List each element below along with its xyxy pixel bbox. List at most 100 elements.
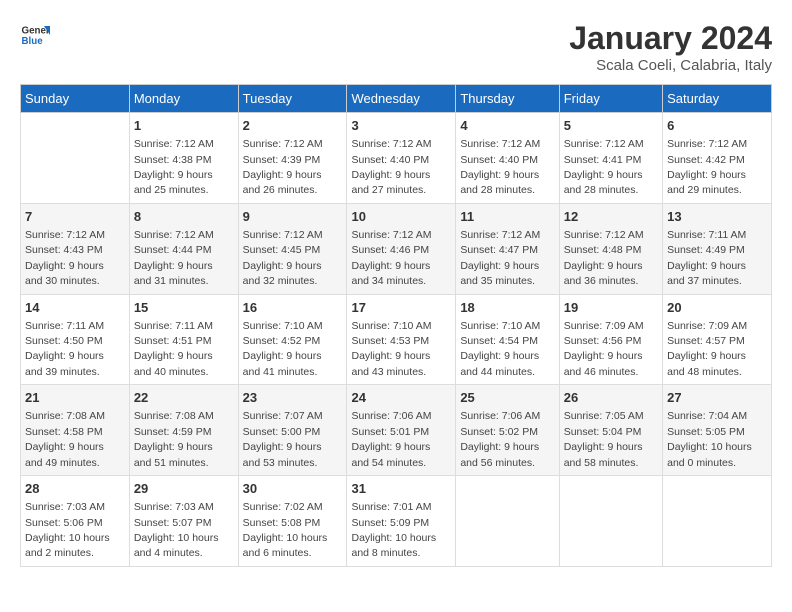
day-cell: 14 Sunrise: 7:11 AM Sunset: 4:50 PM Dayli… — [21, 294, 130, 385]
day-info: Sunrise: 7:12 AM Sunset: 4:43 PM Dayligh… — [25, 229, 105, 287]
day-number: 25 — [460, 389, 554, 407]
day-info: Sunrise: 7:12 AM Sunset: 4:40 PM Dayligh… — [460, 138, 540, 196]
day-info: Sunrise: 7:12 AM Sunset: 4:48 PM Dayligh… — [564, 229, 644, 287]
day-cell: 29 Sunrise: 7:03 AM Sunset: 5:07 PM Dayli… — [129, 476, 238, 567]
day-header-wednesday: Wednesday — [347, 85, 456, 113]
day-cell: 5 Sunrise: 7:12 AM Sunset: 4:41 PM Daylig… — [559, 113, 662, 204]
day-info: Sunrise: 7:05 AM Sunset: 5:04 PM Dayligh… — [564, 410, 644, 468]
day-cell: 2 Sunrise: 7:12 AM Sunset: 4:39 PM Daylig… — [238, 113, 347, 204]
day-cell: 20 Sunrise: 7:09 AM Sunset: 4:57 PM Dayli… — [663, 294, 772, 385]
day-cell: 11 Sunrise: 7:12 AM Sunset: 4:47 PM Dayli… — [456, 203, 559, 294]
day-cell: 10Sunrise: 7:12 AM Sunset: 4:46 PM Dayli… — [347, 203, 456, 294]
day-number: 24 — [351, 389, 451, 407]
day-info: Sunrise: 7:03 AM Sunset: 5:06 PM Dayligh… — [25, 501, 110, 559]
day-info: Sunrise: 7:06 AM Sunset: 5:02 PM Dayligh… — [460, 410, 540, 468]
day-cell — [663, 476, 772, 567]
title-area: January 2024 Scala Coeli, Calabria, Ital… — [569, 20, 772, 74]
day-number: 23 — [243, 389, 343, 407]
main-title: January 2024 — [569, 20, 772, 57]
day-number: 19 — [564, 299, 658, 317]
day-info: Sunrise: 7:11 AM Sunset: 4:49 PM Dayligh… — [667, 229, 746, 287]
day-cell: 3 Sunrise: 7:12 AM Sunset: 4:40 PM Daylig… — [347, 113, 456, 204]
day-number: 5 — [564, 117, 658, 135]
day-cell: 1Sunrise: 7:12 AM Sunset: 4:38 PM Daylig… — [129, 113, 238, 204]
day-cell: 4 Sunrise: 7:12 AM Sunset: 4:40 PM Daylig… — [456, 113, 559, 204]
svg-text:Blue: Blue — [22, 36, 44, 47]
day-header-tuesday: Tuesday — [238, 85, 347, 113]
day-number: 8 — [134, 208, 234, 226]
day-header-monday: Monday — [129, 85, 238, 113]
day-number: 27 — [667, 389, 767, 407]
day-number: 7 — [25, 208, 125, 226]
week-row-2: 14 Sunrise: 7:11 AM Sunset: 4:50 PM Dayli… — [21, 294, 772, 385]
day-cell: 26 Sunrise: 7:05 AM Sunset: 5:04 PM Dayli… — [559, 385, 662, 476]
day-number: 21 — [25, 389, 125, 407]
day-cell: 23 Sunrise: 7:07 AM Sunset: 5:00 PM Dayli… — [238, 385, 347, 476]
day-number: 2 — [243, 117, 343, 135]
calendar-table: SundayMondayTuesdayWednesdayThursdayFrid… — [20, 84, 772, 567]
day-cell: 13 Sunrise: 7:11 AM Sunset: 4:49 PM Dayli… — [663, 203, 772, 294]
day-cell: 12Sunrise: 7:12 AM Sunset: 4:48 PM Dayli… — [559, 203, 662, 294]
day-info: Sunrise: 7:11 AM Sunset: 4:50 PM Dayligh… — [25, 320, 104, 378]
day-cell: 24 Sunrise: 7:06 AM Sunset: 5:01 PM Dayli… — [347, 385, 456, 476]
day-number: 15 — [134, 299, 234, 317]
logo: General Blue — [20, 20, 50, 50]
header: General Blue January 2024 Scala Coeli, C… — [20, 20, 772, 74]
day-header-sunday: Sunday — [21, 85, 130, 113]
day-header-friday: Friday — [559, 85, 662, 113]
day-info: Sunrise: 7:12 AM Sunset: 4:44 PM Dayligh… — [134, 229, 214, 287]
day-number: 22 — [134, 389, 234, 407]
day-cell: 25 Sunrise: 7:06 AM Sunset: 5:02 PM Dayli… — [456, 385, 559, 476]
day-number: 31 — [351, 480, 451, 498]
day-number: 17 — [351, 299, 451, 317]
day-info: Sunrise: 7:12 AM Sunset: 4:39 PM Dayligh… — [243, 138, 323, 196]
day-number: 9 — [243, 208, 343, 226]
days-header-row: SundayMondayTuesdayWednesdayThursdayFrid… — [21, 85, 772, 113]
subtitle: Scala Coeli, Calabria, Italy — [569, 57, 772, 74]
day-info: Sunrise: 7:10 AM Sunset: 4:54 PM Dayligh… — [460, 320, 540, 378]
day-number: 11 — [460, 208, 554, 226]
day-number: 14 — [25, 299, 125, 317]
day-cell: 16Sunrise: 7:10 AM Sunset: 4:52 PM Dayli… — [238, 294, 347, 385]
day-number: 29 — [134, 480, 234, 498]
day-info: Sunrise: 7:03 AM Sunset: 5:07 PM Dayligh… — [134, 501, 219, 559]
day-info: Sunrise: 7:04 AM Sunset: 5:05 PM Dayligh… — [667, 410, 752, 468]
day-info: Sunrise: 7:09 AM Sunset: 4:57 PM Dayligh… — [667, 320, 747, 378]
day-number: 30 — [243, 480, 343, 498]
day-number: 26 — [564, 389, 658, 407]
day-number: 20 — [667, 299, 767, 317]
day-cell: 28 Sunrise: 7:03 AM Sunset: 5:06 PM Dayli… — [21, 476, 130, 567]
day-info: Sunrise: 7:11 AM Sunset: 4:51 PM Dayligh… — [134, 320, 213, 378]
day-info: Sunrise: 7:12 AM Sunset: 4:40 PM Dayligh… — [351, 138, 431, 196]
day-info: Sunrise: 7:02 AM Sunset: 5:08 PM Dayligh… — [243, 501, 328, 559]
day-number: 4 — [460, 117, 554, 135]
day-info: Sunrise: 7:12 AM Sunset: 4:42 PM Dayligh… — [667, 138, 747, 196]
day-info: Sunrise: 7:07 AM Sunset: 5:00 PM Dayligh… — [243, 410, 323, 468]
week-row-4: 28 Sunrise: 7:03 AM Sunset: 5:06 PM Dayli… — [21, 476, 772, 567]
day-info: Sunrise: 7:10 AM Sunset: 4:52 PM Dayligh… — [243, 320, 323, 378]
day-info: Sunrise: 7:09 AM Sunset: 4:56 PM Dayligh… — [564, 320, 644, 378]
day-number: 13 — [667, 208, 767, 226]
day-cell — [456, 476, 559, 567]
day-number: 10 — [351, 208, 451, 226]
day-info: Sunrise: 7:12 AM Sunset: 4:41 PM Dayligh… — [564, 138, 644, 196]
day-info: Sunrise: 7:06 AM Sunset: 5:01 PM Dayligh… — [351, 410, 431, 468]
day-cell: 17Sunrise: 7:10 AM Sunset: 4:53 PM Dayli… — [347, 294, 456, 385]
day-cell: 15 Sunrise: 7:11 AM Sunset: 4:51 PM Dayli… — [129, 294, 238, 385]
day-cell: 31Sunrise: 7:01 AM Sunset: 5:09 PM Dayli… — [347, 476, 456, 567]
day-cell: 21 Sunrise: 7:08 AM Sunset: 4:58 PM Dayli… — [21, 385, 130, 476]
day-cell: 18Sunrise: 7:10 AM Sunset: 4:54 PM Dayli… — [456, 294, 559, 385]
day-cell: 30 Sunrise: 7:02 AM Sunset: 5:08 PM Dayli… — [238, 476, 347, 567]
day-info: Sunrise: 7:12 AM Sunset: 4:38 PM Dayligh… — [134, 138, 214, 196]
day-number: 3 — [351, 117, 451, 135]
day-cell: 27 Sunrise: 7:04 AM Sunset: 5:05 PM Dayli… — [663, 385, 772, 476]
day-info: Sunrise: 7:08 AM Sunset: 4:58 PM Dayligh… — [25, 410, 105, 468]
week-row-1: 7 Sunrise: 7:12 AM Sunset: 4:43 PM Daylig… — [21, 203, 772, 294]
day-number: 28 — [25, 480, 125, 498]
week-row-3: 21 Sunrise: 7:08 AM Sunset: 4:58 PM Dayli… — [21, 385, 772, 476]
day-header-saturday: Saturday — [663, 85, 772, 113]
day-cell: 6Sunrise: 7:12 AM Sunset: 4:42 PM Daylig… — [663, 113, 772, 204]
day-cell: 7 Sunrise: 7:12 AM Sunset: 4:43 PM Daylig… — [21, 203, 130, 294]
day-info: Sunrise: 7:12 AM Sunset: 4:47 PM Dayligh… — [460, 229, 540, 287]
day-cell: 9Sunrise: 7:12 AM Sunset: 4:45 PM Daylig… — [238, 203, 347, 294]
